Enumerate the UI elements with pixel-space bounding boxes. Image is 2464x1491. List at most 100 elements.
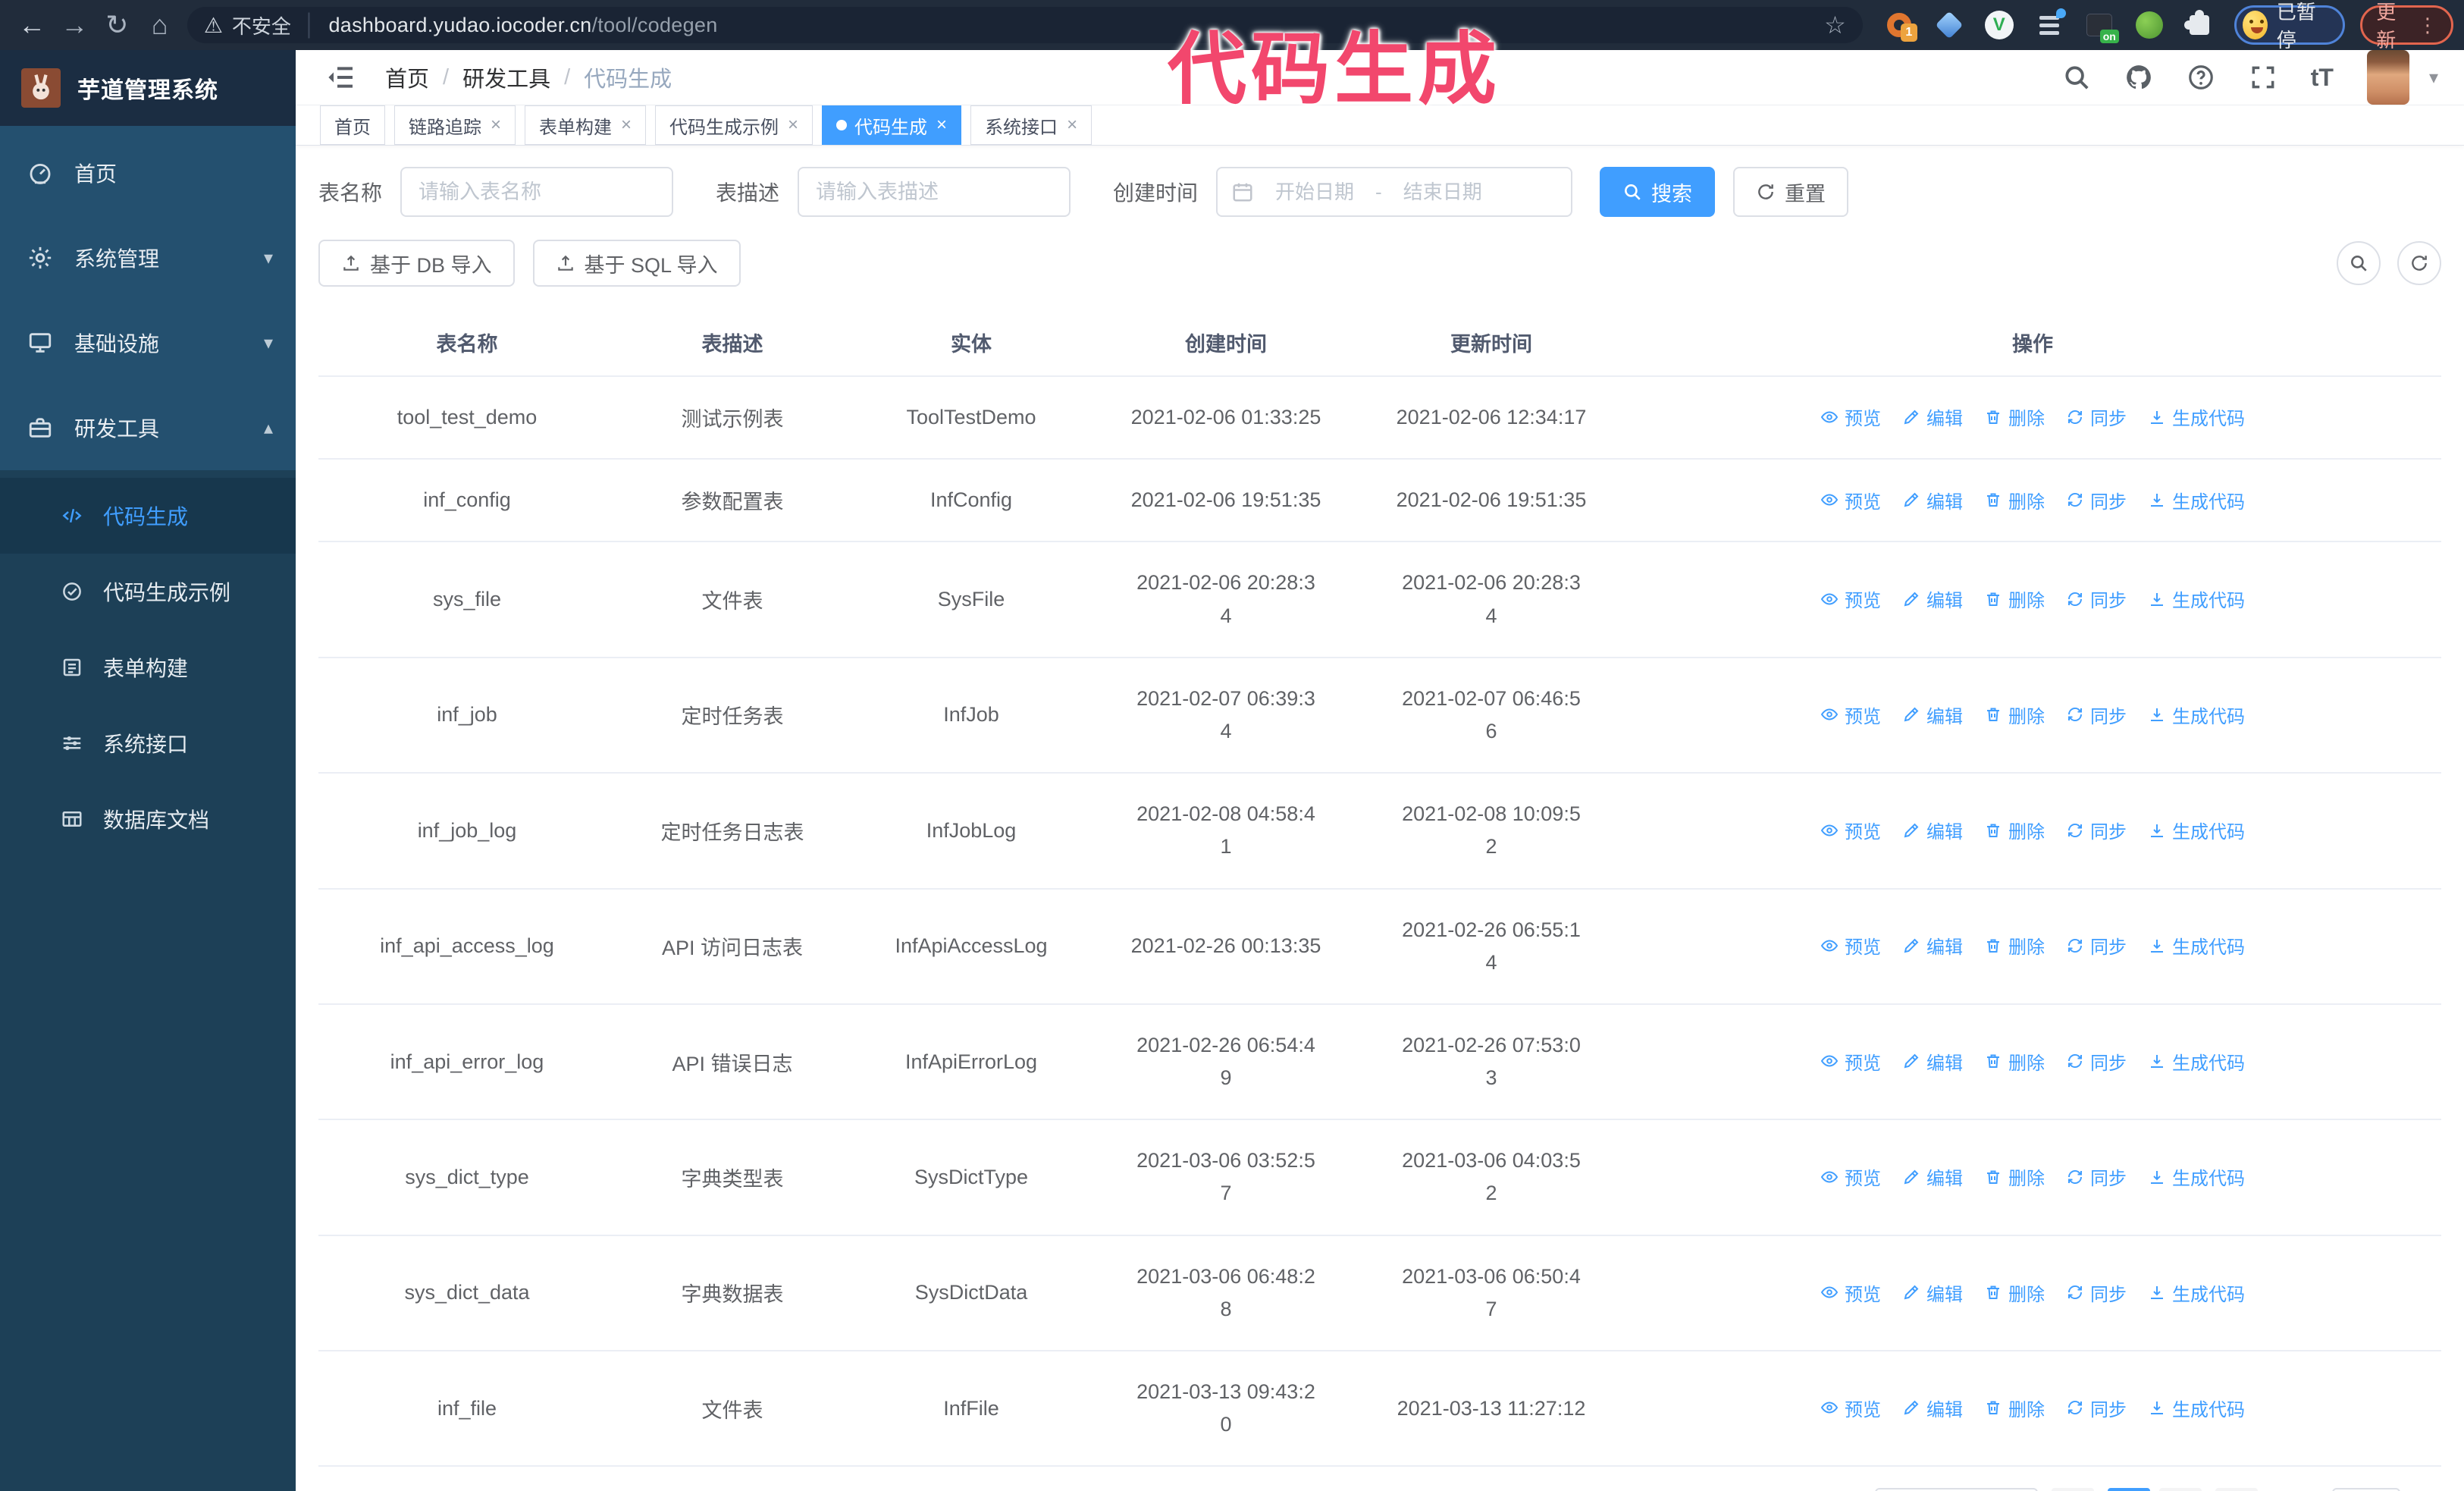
end-date-input[interactable] (1381, 180, 1503, 204)
extension-v-icon[interactable]: V (1984, 10, 2014, 40)
breadcrumb-item[interactable]: 首页 (385, 61, 429, 93)
action-eye-link[interactable]: 预览 (1820, 1279, 1881, 1306)
action-edit-link[interactable]: 编辑 (1902, 1048, 1963, 1075)
start-date-input[interactable] (1254, 180, 1376, 204)
browser-update-button[interactable]: 更新 ⋮ (2360, 1, 2454, 52)
avatar-caret-icon[interactable]: ▾ (2429, 67, 2438, 89)
action-sync-link[interactable]: 同步 (2066, 1279, 2127, 1306)
tab-item[interactable]: 系统接口 × (970, 105, 1092, 145)
page-button-1[interactable]: 1 (2107, 1488, 2150, 1491)
tab-item[interactable]: 链路追踪 × (394, 105, 516, 145)
breadcrumb-item[interactable]: 代码生成 (584, 61, 672, 93)
tab-active[interactable]: 代码生成 × (822, 105, 962, 145)
import-db-button[interactable]: 基于 DB 导入 (318, 240, 515, 287)
close-icon[interactable]: × (788, 115, 798, 136)
action-trash-link[interactable]: 删除 (1984, 817, 2045, 843)
browser-menu-icon[interactable]: ⋮ (2418, 14, 2437, 37)
action-edit-link[interactable]: 编辑 (1902, 1163, 1963, 1190)
action-edit-link[interactable]: 编辑 (1902, 932, 1963, 959)
submenu-item-form[interactable]: 表单构建 (0, 629, 296, 705)
goto-page-input[interactable] (2331, 1488, 2400, 1491)
next-page-button[interactable]: › (2215, 1488, 2258, 1491)
action-eye-link[interactable]: 预览 (1820, 1163, 1881, 1190)
tab-item[interactable]: 表单构建 × (525, 105, 647, 145)
action-download-link[interactable]: 生成代码 (2148, 932, 2245, 959)
action-download-link[interactable]: 生成代码 (2148, 1279, 2245, 1306)
browser-back-icon[interactable]: ← (11, 9, 53, 41)
action-eye-link[interactable]: 预览 (1820, 403, 1881, 430)
close-icon[interactable]: × (1067, 115, 1077, 136)
action-trash-link[interactable]: 删除 (1984, 1163, 2045, 1190)
reset-button[interactable]: 重置 (1733, 167, 1849, 217)
action-download-link[interactable]: 生成代码 (2148, 817, 2245, 843)
action-trash-link[interactable]: 删除 (1984, 403, 2045, 430)
browser-forward-icon[interactable]: → (53, 9, 96, 41)
page-size-select[interactable]: 10条/页 ▾ (1874, 1488, 2038, 1491)
submenu-item-db[interactable]: 数据库文档 (0, 781, 296, 857)
action-download-link[interactable]: 生成代码 (2148, 403, 2245, 430)
action-sync-link[interactable]: 同步 (2066, 1395, 2127, 1421)
sidebar-item-gear[interactable]: 系统管理 ▾ (0, 215, 296, 300)
github-icon[interactable] (2124, 63, 2153, 92)
action-download-link[interactable]: 生成代码 (2148, 1163, 2245, 1190)
extension-gem-icon[interactable] (1934, 10, 1964, 40)
action-eye-link[interactable]: 预览 (1820, 1395, 1881, 1421)
action-eye-link[interactable]: 预览 (1820, 817, 1881, 843)
action-eye-link[interactable]: 预览 (1820, 1048, 1881, 1075)
action-download-link[interactable]: 生成代码 (2148, 1048, 2245, 1075)
fullscreen-icon[interactable] (2249, 63, 2277, 92)
action-edit-link[interactable]: 编辑 (1902, 487, 1963, 513)
submenu-item-example[interactable]: 代码生成示例 (0, 554, 296, 629)
sidebar-item-dashboard[interactable]: 首页 (0, 130, 296, 215)
action-edit-link[interactable]: 编辑 (1902, 1279, 1963, 1306)
action-trash-link[interactable]: 删除 (1984, 702, 2045, 728)
action-edit-link[interactable]: 编辑 (1902, 817, 1963, 843)
browser-reload-icon[interactable]: ↻ (96, 9, 138, 41)
tab-item[interactable]: 代码生成示例 × (655, 105, 813, 145)
action-download-link[interactable]: 生成代码 (2148, 702, 2245, 728)
close-icon[interactable]: × (621, 115, 632, 136)
browser-home-icon[interactable]: ⌂ (139, 9, 181, 41)
action-sync-link[interactable]: 同步 (2066, 1048, 2127, 1075)
submenu-item-code[interactable]: 代码生成 (0, 478, 296, 554)
docs-question-icon[interactable] (2187, 63, 2215, 92)
action-download-link[interactable]: 生成代码 (2148, 487, 2245, 513)
close-icon[interactable]: × (936, 115, 947, 136)
bookmark-star-icon[interactable]: ☆ (1824, 11, 1846, 39)
action-eye-link[interactable]: 预览 (1820, 585, 1881, 612)
extension-dark-icon[interactable]: on (2084, 10, 2119, 43)
prev-page-button[interactable]: ‹ (2051, 1488, 2094, 1491)
breadcrumb-item[interactable]: 研发工具 (462, 61, 550, 93)
sidebar-item-monitor[interactable]: 基础设施 ▾ (0, 300, 296, 385)
action-sync-link[interactable]: 同步 (2066, 487, 2127, 513)
page-button-2[interactable]: 2 (2158, 1488, 2202, 1491)
close-icon[interactable]: × (491, 115, 501, 136)
action-edit-link[interactable]: 编辑 (1902, 702, 1963, 728)
browser-profile-chip[interactable]: 已暂停 (2234, 1, 2346, 52)
search-button[interactable]: 搜索 (1600, 167, 1716, 217)
action-sync-link[interactable]: 同步 (2066, 403, 2127, 430)
action-sync-link[interactable]: 同步 (2066, 817, 2127, 843)
extension-orange-icon[interactable]: 1 (1884, 10, 1917, 42)
import-sql-button[interactable]: 基于 SQL 导入 (532, 240, 741, 287)
action-edit-link[interactable]: 编辑 (1902, 403, 1963, 430)
extension-sliders-icon[interactable] (2034, 8, 2066, 40)
action-edit-link[interactable]: 编辑 (1902, 585, 1963, 612)
action-eye-link[interactable]: 预览 (1820, 487, 1881, 513)
address-bar[interactable]: ⚠ 不安全 │ dashboard.yudao.iocoder.cn/tool/… (187, 7, 1863, 43)
hamburger-icon[interactable] (326, 62, 356, 93)
action-trash-link[interactable]: 删除 (1984, 585, 2045, 612)
text-size-icon[interactable]: tT (2311, 64, 2334, 92)
action-trash-link[interactable]: 删除 (1984, 1048, 2045, 1075)
table-name-input[interactable] (400, 167, 674, 217)
action-trash-link[interactable]: 删除 (1984, 932, 2045, 959)
toggle-search-button[interactable] (2337, 241, 2381, 285)
extensions-puzzle-icon[interactable] (2183, 10, 2215, 40)
action-download-link[interactable]: 生成代码 (2148, 1395, 2245, 1421)
action-download-link[interactable]: 生成代码 (2148, 585, 2245, 612)
extension-animal-icon[interactable] (2134, 10, 2165, 40)
submenu-item-api[interactable]: 系统接口 (0, 705, 296, 781)
search-icon[interactable] (2062, 63, 2091, 92)
user-avatar[interactable] (2366, 50, 2409, 105)
action-trash-link[interactable]: 删除 (1984, 1395, 2045, 1421)
